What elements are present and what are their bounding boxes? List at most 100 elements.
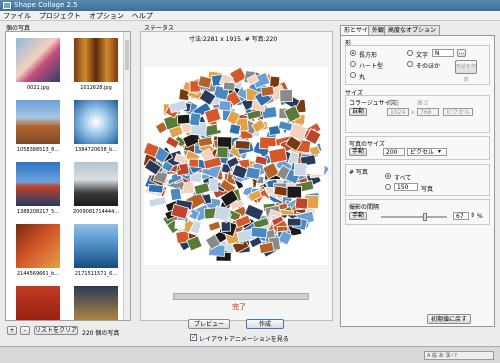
spacing-manual-button[interactable]: 手動 xyxy=(349,212,367,220)
spacing-slider[interactable] xyxy=(381,213,447,221)
app-icon xyxy=(3,2,11,9)
photo-filename: 1384720638_b... xyxy=(74,147,118,153)
remove-photo-button[interactable]: - xyxy=(20,326,30,335)
width-label: 横幅 xyxy=(387,100,400,107)
add-photo-button[interactable]: + xyxy=(7,326,17,335)
collage-tile xyxy=(294,197,309,210)
photo-thumbnail[interactable] xyxy=(16,286,60,320)
width-input[interactable]: 1024 xyxy=(387,108,409,116)
slider-handle[interactable] xyxy=(422,213,427,221)
collage-tile xyxy=(279,89,293,103)
collage-preview xyxy=(144,67,328,265)
photo-filename: 1058388513_8... xyxy=(16,147,60,153)
collage-tile xyxy=(306,164,325,176)
size-unit-select[interactable]: ピクセル xyxy=(443,108,473,116)
photo-thumbnail[interactable] xyxy=(16,224,60,268)
spinner-arrows-icon[interactable]: ⇕ xyxy=(470,212,475,219)
chevron-down-icon[interactable]: ▾ xyxy=(438,148,441,155)
window-title: Shape Collage 2.5 xyxy=(14,1,78,9)
settings-panel: 形 長方形 ハート型 丸 文字 N ... そのほか 形状を作成 サイズ コラー… xyxy=(340,35,495,327)
menu-file[interactable]: ファイル xyxy=(0,11,34,21)
tab-advanced[interactable]: 高度なオプション xyxy=(384,25,441,35)
photo-thumbnail[interactable] xyxy=(74,100,118,144)
height-label: 高さ xyxy=(417,100,430,107)
collage-tile xyxy=(213,205,232,222)
spacing-unit: % xyxy=(477,213,483,220)
photo-size-label: 写真のサイズ xyxy=(349,141,385,148)
photo-filename: 2144569661_b... xyxy=(16,271,60,277)
shape-text-input[interactable]: N xyxy=(432,49,454,57)
count-number-input[interactable]: 150 xyxy=(394,183,418,191)
photo-thumbnail[interactable] xyxy=(16,100,60,144)
status-bar: A 般 あ 漢 ⁄ ? xyxy=(0,346,500,363)
photo-thumbnail[interactable] xyxy=(74,38,118,82)
settings-tabs: 形とサイズ 外観 高度なオプション xyxy=(340,25,495,36)
collage-tile xyxy=(174,219,186,230)
photo-list-scrollbar[interactable] xyxy=(123,32,130,320)
collage-tile xyxy=(293,162,308,177)
collage-tile xyxy=(286,185,302,199)
scrollbar-thumb[interactable] xyxy=(125,40,129,70)
photo-filename: 2009081714444... xyxy=(72,209,120,215)
collage-tile xyxy=(222,81,236,91)
collage-size-auto-button[interactable]: 自動 xyxy=(349,108,367,116)
shape-text-label: 文字 xyxy=(416,52,429,59)
collage-image xyxy=(144,67,328,262)
photo-thumbnail[interactable] xyxy=(16,38,60,82)
collage-tile xyxy=(250,226,268,239)
progress-bar xyxy=(173,293,309,300)
clear-list-button[interactable]: リストをクリア xyxy=(34,326,78,335)
collage-tile xyxy=(176,113,191,125)
menu-help[interactable]: ヘルプ xyxy=(129,11,156,21)
photo-filename: 2171511571_6... xyxy=(74,271,118,277)
photo-count-title: # 写真 xyxy=(349,169,368,176)
photo-filename: 0021.jpg xyxy=(26,85,50,91)
collage-tile xyxy=(169,187,182,202)
animation-checkbox[interactable] xyxy=(190,333,197,341)
by-label: x xyxy=(411,109,415,116)
collage-tile xyxy=(193,182,211,196)
count-all-radio[interactable] xyxy=(385,173,391,179)
shape-circle-label: 丸 xyxy=(359,74,366,81)
photo-thumbnail[interactable] xyxy=(16,162,60,206)
reset-defaults-button[interactable]: 初期値に戻す xyxy=(427,314,471,324)
count-suffix-label: 写真 xyxy=(421,186,434,193)
menu-options[interactable]: オプション xyxy=(86,11,127,21)
ime-toolbar[interactable]: A 般 あ 漢 ⁄ ? xyxy=(424,351,494,360)
collage-tile xyxy=(234,140,251,150)
spacing-value-input[interactable]: 67 xyxy=(453,212,469,220)
font-select-button[interactable]: ... xyxy=(457,49,466,57)
shape-heart-radio[interactable] xyxy=(350,61,356,67)
animation-label: レイアウトアニメーションを見る xyxy=(199,336,289,343)
shape-circle-radio[interactable] xyxy=(350,72,356,78)
shape-text-radio[interactable] xyxy=(407,50,413,56)
collage-tile xyxy=(273,185,289,197)
collage-tile xyxy=(287,217,302,227)
collage-tile xyxy=(148,195,168,208)
photo-size-manual-button[interactable]: 手動 xyxy=(349,148,367,156)
collage-tile xyxy=(268,147,288,164)
photo-list[interactable]: 0021.jpg 1012628.jpg 1058388513_8... 138… xyxy=(5,31,131,321)
progress-fill xyxy=(174,294,308,299)
create-button[interactable]: 作成 xyxy=(246,319,284,329)
menu-bar: ファイル プロジェクト オプション ヘルプ xyxy=(0,11,500,21)
preview-button[interactable]: プレビュー xyxy=(188,319,230,329)
count-all-label: すべて xyxy=(394,175,412,182)
photo-thumbnail[interactable] xyxy=(74,286,118,320)
main-area: 個の写真 0021.jpg 1012628.jpg 1058388513_8..… xyxy=(0,21,500,346)
collage-tile xyxy=(216,119,229,131)
photo-thumbnail[interactable] xyxy=(74,224,118,268)
menu-project[interactable]: プロジェクト xyxy=(36,11,84,21)
height-input[interactable]: 768 xyxy=(417,108,439,116)
collage-tile xyxy=(260,85,275,97)
create-shape-button[interactable]: 形状を作成 xyxy=(455,60,477,83)
shape-other-radio[interactable] xyxy=(407,61,413,67)
count-number-radio[interactable] xyxy=(385,184,391,190)
photo-thumbnail[interactable] xyxy=(74,162,118,206)
collage-info: 寸法:2281 x 1915. # 写真:220 xyxy=(189,36,278,43)
shape-rectangle-radio[interactable] xyxy=(350,50,356,56)
photo-count-label: 220 個の写真 xyxy=(82,330,120,337)
photo-size-input[interactable]: 200 xyxy=(383,148,405,156)
collage-tile xyxy=(228,123,242,136)
spacing-title: 撮影の間隔 xyxy=(349,204,380,211)
